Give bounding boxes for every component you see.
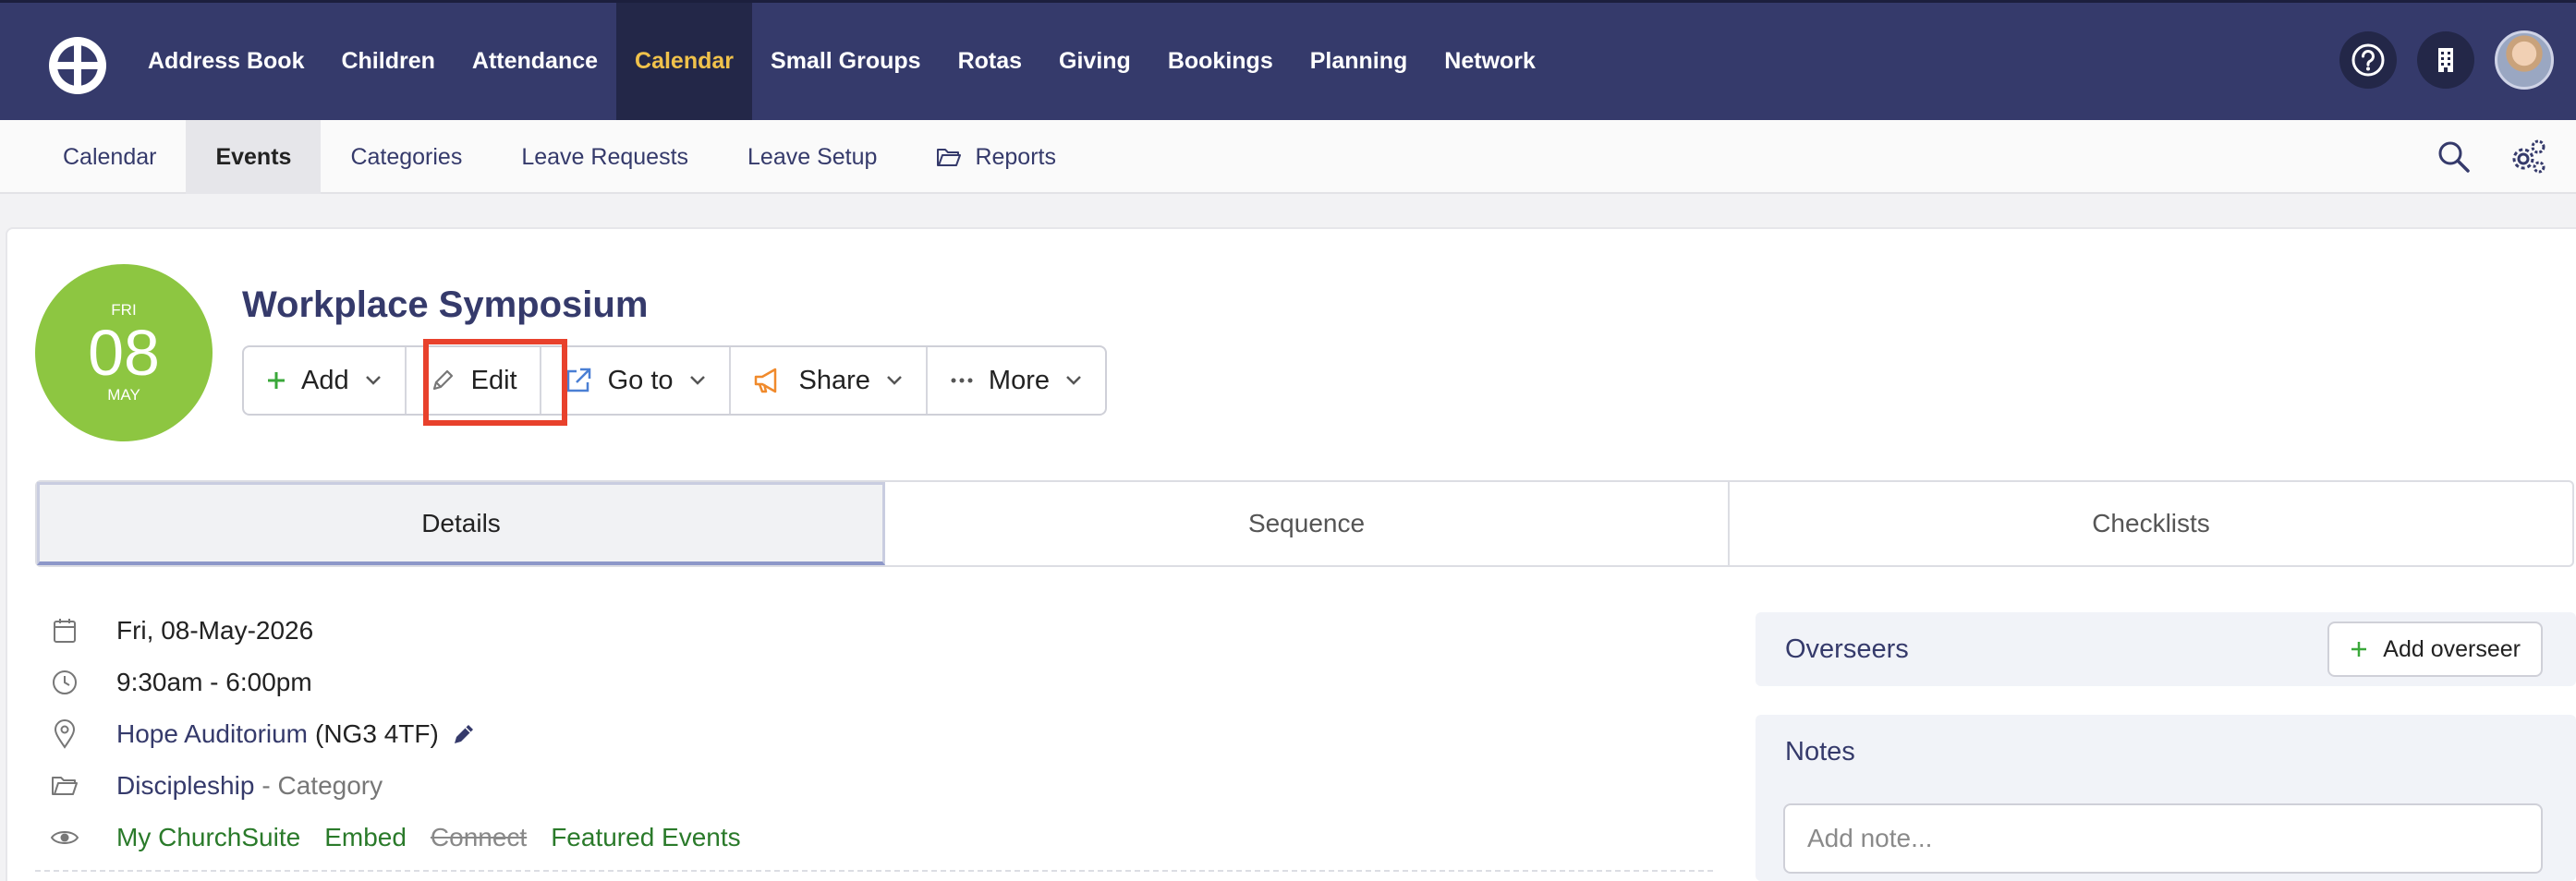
plus-icon: [268, 372, 285, 389]
event-time-text: 9:30am - 6:00pm: [116, 668, 312, 696]
detail-date-row: Fri, 08-May-2026: [50, 612, 313, 649]
add-note-input[interactable]: [1783, 803, 2543, 874]
avatar[interactable]: [2495, 30, 2554, 90]
more-button[interactable]: More: [928, 347, 1105, 414]
tab-checklists[interactable]: Checklists: [1730, 482, 2572, 565]
chevron-down-icon: [365, 376, 381, 385]
eye-icon: [50, 823, 79, 852]
help-icon: [2351, 43, 2385, 77]
external-link-icon: [566, 368, 590, 392]
nav-address-book[interactable]: Address Book: [129, 3, 322, 120]
churchsuite-logo-icon[interactable]: [46, 34, 109, 97]
help-button[interactable]: [2339, 31, 2397, 89]
nav-network[interactable]: Network: [1426, 3, 1554, 120]
subnav-leave-setup[interactable]: Leave Setup: [718, 120, 906, 194]
subnav-calendar[interactable]: Calendar: [33, 120, 186, 194]
location-postcode: (NG3 4TF): [315, 719, 439, 748]
add-overseer-button[interactable]: Add overseer: [2327, 622, 2543, 677]
location-pin-icon: [50, 719, 79, 749]
visibility-embed[interactable]: Embed: [324, 823, 407, 852]
more-button-label: More: [988, 365, 1050, 395]
nav-calendar[interactable]: Calendar: [616, 3, 753, 120]
category-suffix: - Category: [261, 771, 383, 800]
add-overseer-label: Add overseer: [2383, 635, 2521, 662]
goto-button-label: Go to: [607, 365, 674, 395]
divider: [35, 870, 1713, 872]
search-icon[interactable]: [2436, 139, 2473, 175]
date-day: 08: [88, 317, 160, 389]
megaphone-icon: [754, 368, 776, 393]
share-button[interactable]: Share: [731, 347, 928, 414]
pencil-icon: [432, 369, 453, 391]
nav-giving[interactable]: Giving: [1040, 3, 1149, 120]
subnav-categories[interactable]: Categories: [321, 120, 492, 194]
overseers-panel: Overseers Add overseer: [1756, 612, 2576, 686]
nav-children[interactable]: Children: [322, 3, 453, 120]
event-date-badge: FRI 08 MAY: [35, 264, 213, 441]
building-icon: [2438, 48, 2453, 72]
goto-button[interactable]: Go to: [541, 347, 731, 414]
event-actions-toolbar: Add Edit Go to Share More: [242, 345, 1107, 416]
detail-time-row: 9:30am - 6:00pm: [50, 664, 312, 701]
visibility-my-churchsuite[interactable]: My ChurchSuite: [116, 823, 300, 852]
chevron-down-icon: [1066, 376, 1081, 385]
notes-title: Notes: [1785, 737, 1855, 766]
sub-navbar: Calendar Events Categories Leave Request…: [0, 120, 2576, 194]
folder-open-icon: [937, 149, 962, 166]
chevron-down-icon: [887, 376, 902, 385]
detail-visibility-row: My ChurchSuite Embed Connect Featured Ev…: [50, 819, 765, 856]
visibility-featured-events[interactable]: Featured Events: [551, 823, 740, 852]
detail-location-row: Hope Auditorium (NG3 4TF): [50, 716, 478, 753]
add-button-label: Add: [301, 365, 349, 395]
subnav-reports-label: Reports: [975, 143, 1056, 170]
location-link[interactable]: Hope Auditorium: [116, 719, 308, 749]
overseers-title: Overseers: [1785, 634, 1909, 664]
subnav-events[interactable]: Events: [186, 120, 322, 194]
nav-bookings[interactable]: Bookings: [1149, 3, 1292, 120]
subnav-reports[interactable]: Reports: [906, 120, 1086, 194]
tab-sequence[interactable]: Sequence: [885, 482, 1730, 565]
category-link[interactable]: Discipleship: [116, 771, 254, 801]
nav-small-groups[interactable]: Small Groups: [752, 3, 940, 120]
subnav-leave-requests[interactable]: Leave Requests: [492, 120, 718, 194]
settings-icon[interactable]: [2508, 137, 2548, 177]
add-button[interactable]: Add: [244, 347, 407, 414]
visibility-connect[interactable]: Connect: [431, 823, 527, 852]
event-date-text: Fri, 08-May-2026: [116, 616, 314, 645]
plus-icon: [2351, 642, 2367, 657]
nav-attendance[interactable]: Attendance: [454, 3, 616, 120]
date-month: MAY: [107, 386, 140, 404]
event-tabs: Details Sequence Checklists: [35, 480, 2574, 567]
ellipsis-icon: [951, 378, 973, 383]
edit-button[interactable]: Edit: [407, 347, 541, 414]
edit-button-label: Edit: [470, 365, 517, 395]
nav-planning[interactable]: Planning: [1292, 3, 1427, 120]
share-button-label: Share: [798, 365, 870, 395]
detail-category-row: Discipleship - Category: [50, 767, 383, 804]
page-title: Workplace Symposium: [242, 284, 649, 325]
nav-rotas[interactable]: Rotas: [940, 3, 1040, 120]
calendar-icon: [50, 616, 79, 646]
edit-location-pencil-icon[interactable]: [450, 720, 478, 748]
tab-details[interactable]: Details: [37, 482, 885, 565]
chevron-down-icon: [689, 376, 705, 385]
organisation-button[interactable]: [2417, 31, 2474, 89]
folder-icon: [50, 771, 79, 801]
clock-icon: [50, 668, 79, 697]
top-navbar: Address Book Children Attendance Calenda…: [0, 0, 2576, 120]
